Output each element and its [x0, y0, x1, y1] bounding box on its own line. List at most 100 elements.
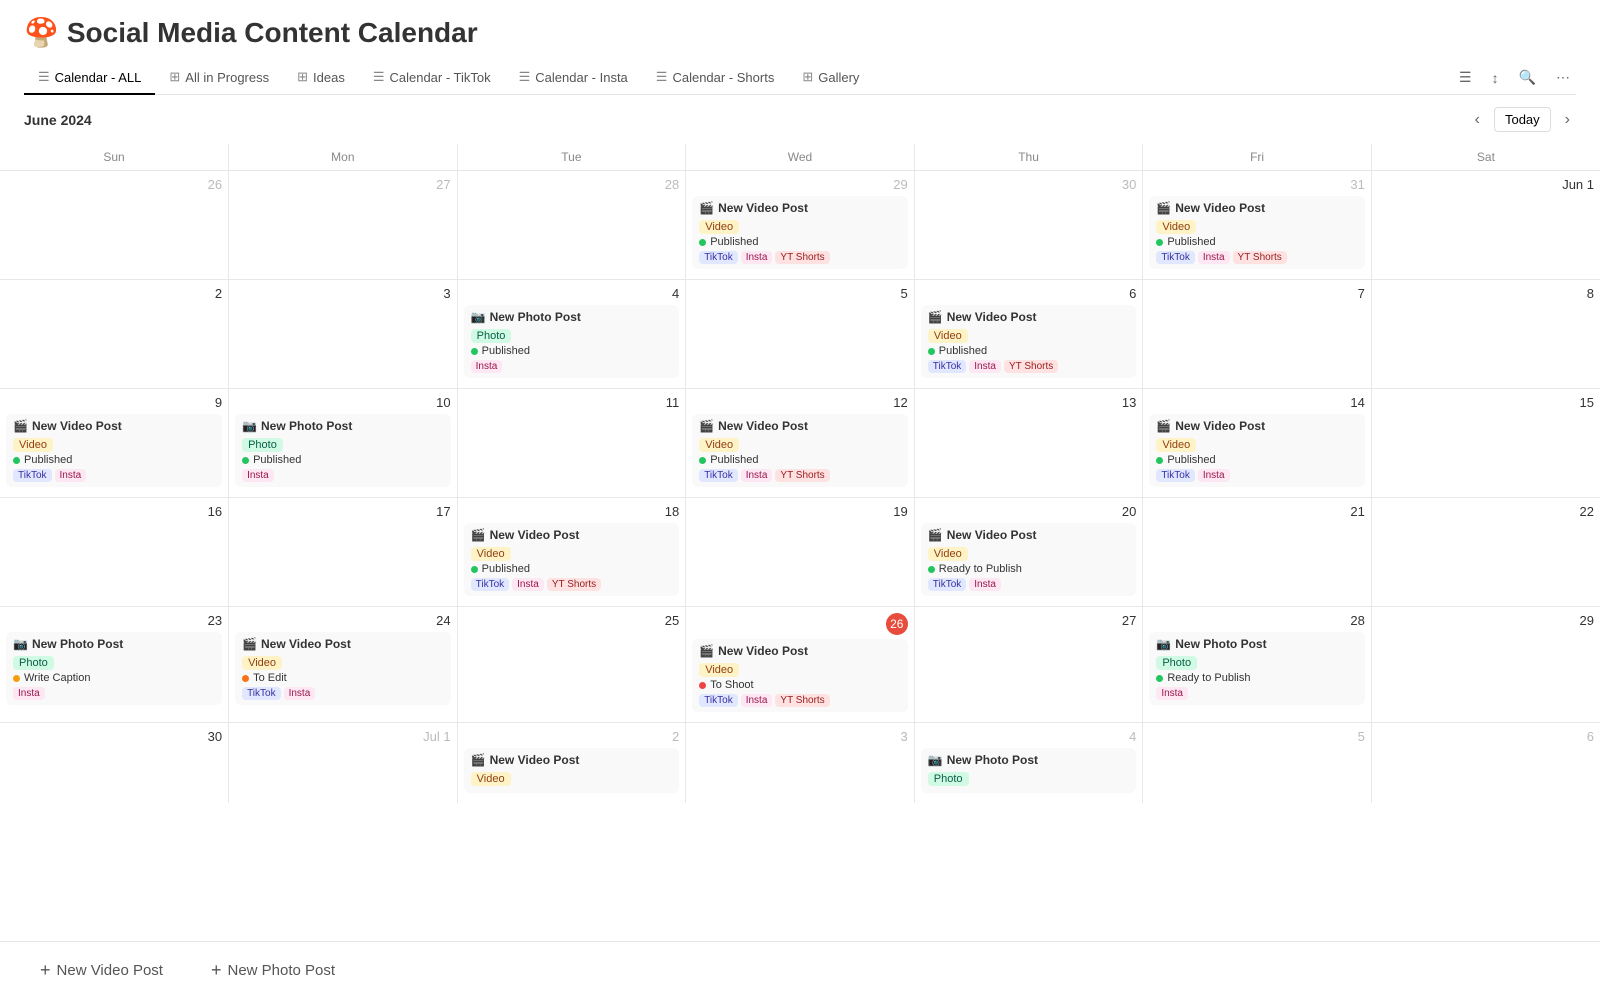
event-card[interactable]: 🎬 New Video Post Video To Shoot TikTokIn…	[692, 639, 908, 712]
event-card[interactable]: 🎬 New Video Post Video	[464, 748, 680, 793]
day-number: 24	[235, 613, 451, 628]
new-photo-post-button[interactable]: + New Photo Post	[195, 952, 351, 989]
event-card[interactable]: 🎬 New Video Post Video Published TikTokI…	[1149, 196, 1365, 269]
event-card[interactable]: 📷 New Photo Post Photo Ready to Publish …	[1149, 632, 1365, 705]
day-number: 28	[1149, 613, 1365, 628]
status-row: Published	[13, 454, 215, 466]
platform-tag: Insta	[1198, 469, 1230, 482]
day-number: 8	[1378, 286, 1594, 301]
event-card[interactable]: 📷 New Photo Post Photo Write Caption Ins…	[6, 632, 222, 705]
day-number: 2	[6, 286, 222, 301]
event-name: New Photo Post	[261, 419, 352, 433]
calendar-cell-22: 22	[1371, 498, 1600, 607]
status-dot	[13, 457, 20, 464]
nav-tab-calendar-shorts[interactable]: ☰Calendar - Shorts	[642, 61, 789, 95]
status-label: Published	[482, 563, 530, 575]
calendar-cell-18: 18 🎬 New Video Post Video Published TikT…	[457, 498, 686, 607]
calendar-cell-10: 10 📷 New Photo Post Photo Published Inst…	[229, 389, 458, 498]
status-row: Published	[242, 454, 444, 466]
new-photo-label: New Photo Post	[227, 962, 335, 979]
event-card[interactable]: 🎬 New Video Post Video Published TikTokI…	[692, 414, 908, 487]
tab-icon: ☰	[519, 69, 531, 85]
nav-tab-all-in-progress[interactable]: ⊞All in Progress	[155, 61, 283, 95]
day-number: 30	[6, 729, 222, 744]
calendar-cell-4: 4 📷 New Photo Post Photo	[914, 723, 1143, 804]
day-number: 5	[1149, 729, 1365, 744]
event-emoji: 🎬	[1156, 419, 1171, 433]
event-emoji: 🎬	[928, 528, 943, 542]
status-label: To Shoot	[710, 679, 753, 691]
nav-tab-calendar-all[interactable]: ☰Calendar - ALL	[24, 61, 155, 95]
calendar-cell-11: 11	[457, 389, 686, 498]
event-name: New Photo Post	[490, 310, 581, 324]
today-button[interactable]: Today	[1494, 107, 1551, 132]
day-number: 26	[692, 613, 908, 635]
event-card[interactable]: 🎬 New Video Post Video Published TikTokI…	[464, 523, 680, 596]
sort-button[interactable]: ↕	[1486, 66, 1505, 90]
tab-icon: ⊞	[297, 69, 308, 85]
event-card[interactable]: 🎬 New Video Post Video Published TikTokI…	[921, 305, 1137, 378]
event-card[interactable]: 📷 New Photo Post Photo Published Insta	[235, 414, 451, 487]
event-card[interactable]: 📷 New Photo Post Photo Published Insta	[464, 305, 680, 378]
event-card[interactable]: 🎬 New Video Post Video Published TikTokI…	[1149, 414, 1365, 487]
more-button[interactable]: ⋯	[1550, 65, 1576, 90]
event-emoji: 📷	[471, 310, 486, 324]
app-header: 🍄 Social Media Content Calendar ☰Calenda…	[0, 0, 1600, 95]
platform-tags: Insta	[242, 469, 444, 482]
status-row: Published	[471, 345, 673, 357]
event-card[interactable]: 🎬 New Video Post Video Published TikTokI…	[692, 196, 908, 269]
event-card[interactable]: 🎬 New Video Post Video Ready to Publish …	[921, 523, 1137, 596]
day-number: 17	[235, 504, 451, 519]
event-type-tag: Photo	[242, 438, 283, 452]
calendar-cell-7: 7	[1143, 280, 1372, 389]
event-card[interactable]: 🎬 New Video Post Video Published TikTokI…	[6, 414, 222, 487]
platform-tag: Insta	[741, 694, 773, 707]
status-row: Published	[699, 454, 901, 466]
event-title: 🎬 New Video Post	[13, 419, 215, 433]
platform-tag: TikTok	[1156, 469, 1195, 482]
status-row: Published	[699, 236, 901, 248]
event-name: New Video Post	[718, 644, 808, 658]
platform-tags: TikTokInsta	[242, 687, 444, 700]
tab-icon: ☰	[656, 69, 668, 85]
day-number: 29	[692, 177, 908, 192]
status-label: Published	[1167, 454, 1215, 466]
day-number: 18	[464, 504, 680, 519]
nav-tab-ideas[interactable]: ⊞Ideas	[283, 61, 359, 95]
event-name: New Photo Post	[947, 753, 1038, 767]
prev-button[interactable]: ‹	[1469, 109, 1486, 131]
event-name: New Photo Post	[1175, 637, 1266, 651]
new-video-post-button[interactable]: + New Video Post	[24, 952, 179, 989]
calendar-cell-15: 15	[1371, 389, 1600, 498]
calendar-cell-4: 4 📷 New Photo Post Photo Published Insta	[457, 280, 686, 389]
status-row: Ready to Publish	[928, 563, 1130, 575]
new-video-label: New Video Post	[57, 962, 163, 979]
event-type-tag: Video	[13, 438, 53, 452]
event-card[interactable]: 🎬 New Video Post Video To Edit TikTokIns…	[235, 632, 451, 705]
status-label: Published	[939, 345, 987, 357]
event-card[interactable]: 📷 New Photo Post Photo	[921, 748, 1137, 793]
event-title: 🎬 New Video Post	[699, 644, 901, 658]
status-row: Published	[928, 345, 1130, 357]
event-emoji: 🎬	[699, 419, 714, 433]
status-label: Ready to Publish	[1167, 672, 1250, 684]
nav-tab-calendar-insta[interactable]: ☰Calendar - Insta	[505, 61, 642, 95]
event-type-tag: Photo	[13, 656, 54, 670]
calendar-body: 26272829 🎬 New Video Post Video Publishe…	[0, 171, 1600, 804]
day-header-mon: Mon	[229, 144, 458, 171]
day-header-thu: Thu	[914, 144, 1143, 171]
platform-tags: TikTokInsta	[928, 578, 1130, 591]
nav-tab-calendar-tiktok[interactable]: ☰Calendar - TikTok	[359, 61, 505, 95]
calendar-cell-3: 3	[229, 280, 458, 389]
filter-button[interactable]: ☰	[1453, 65, 1478, 90]
nav-tabs: ☰Calendar - ALL⊞All in Progress⊞Ideas☰Ca…	[24, 61, 1576, 95]
nav-tab-gallery[interactable]: ⊞Gallery	[788, 61, 873, 95]
event-type-tag: Video	[928, 329, 968, 343]
calendar-month: June 2024	[24, 112, 92, 128]
calendar-header: SunMonTueWedThuFriSat	[0, 144, 1600, 171]
search-button[interactable]: 🔍	[1513, 65, 1542, 90]
calendar-cell-27: 27	[229, 171, 458, 280]
day-header-fri: Fri	[1143, 144, 1372, 171]
next-button[interactable]: ›	[1559, 109, 1576, 131]
day-number: 5	[692, 286, 908, 301]
